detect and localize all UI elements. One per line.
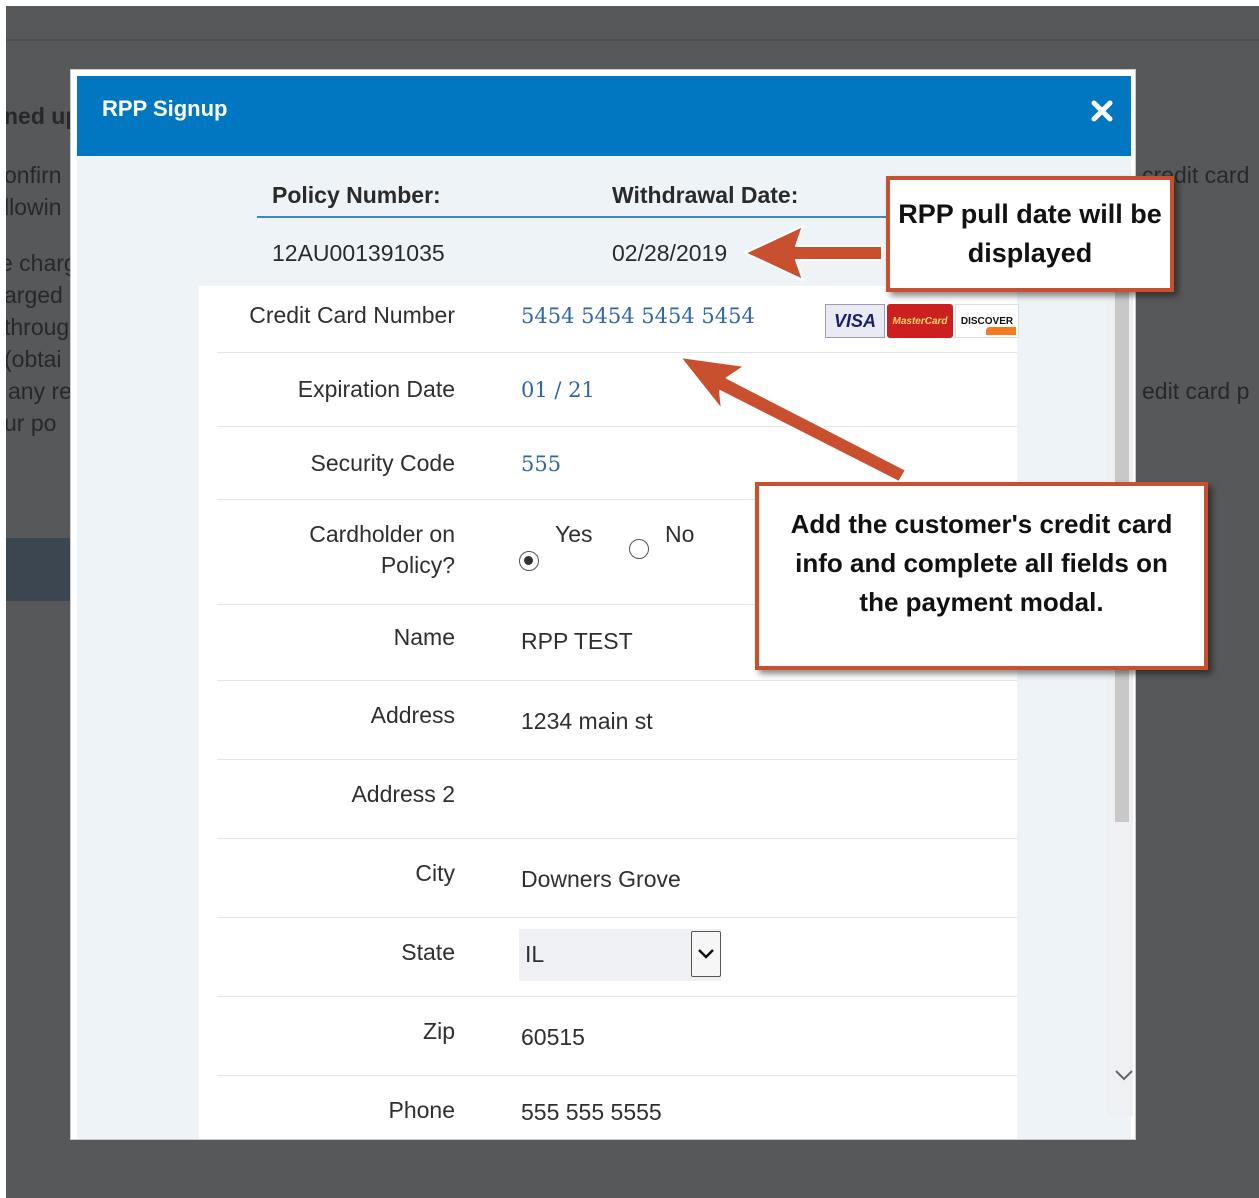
arrow-to-credit-card (679, 356, 907, 483)
callout-credit-card-info: Add the customer's credit card info and … (755, 482, 1208, 670)
callout-pull-date: RPP pull date will be displayed (886, 176, 1174, 292)
arrow-to-withdrawal-date (744, 225, 883, 281)
